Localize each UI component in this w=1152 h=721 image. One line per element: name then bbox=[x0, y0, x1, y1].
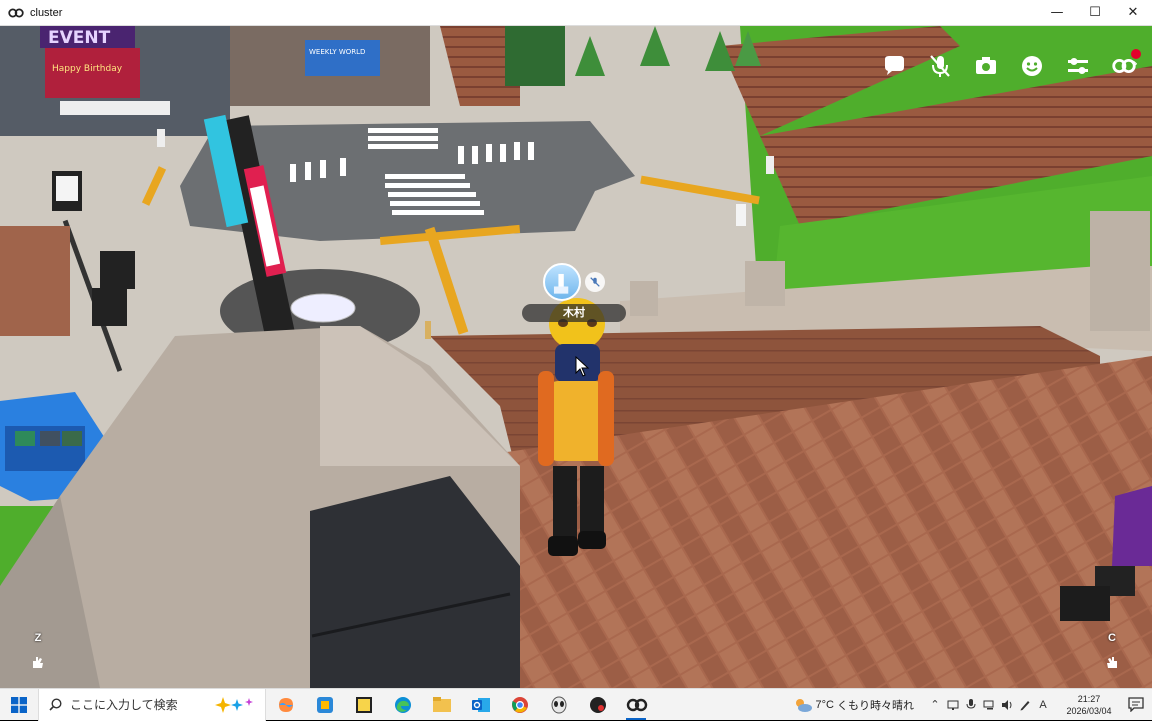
network-icon[interactable] bbox=[980, 689, 998, 720]
system-tray: 7°C くもり時々晴れ ⌃ A 21:27 2026/03/04 bbox=[793, 689, 1152, 720]
game-scene: EVENT Happy Birthday WEEKLY WORLD bbox=[0, 26, 1152, 688]
notification-icon bbox=[1128, 697, 1144, 712]
clock-time: 21:27 bbox=[1077, 693, 1101, 704]
taskbar-sticky-notes[interactable] bbox=[344, 689, 383, 721]
mic-muted-icon bbox=[930, 55, 950, 77]
mic-button[interactable] bbox=[926, 52, 954, 80]
window-titlebar: cluster — ☐ ✕ bbox=[0, 0, 1152, 26]
pen-icon[interactable] bbox=[1016, 689, 1034, 720]
ime-indicator[interactable]: A bbox=[1034, 689, 1052, 720]
dark-app-icon bbox=[589, 696, 606, 713]
left-hand-hint[interactable]: Z bbox=[30, 632, 46, 670]
emote-icon bbox=[1022, 56, 1042, 76]
taskbar-edge[interactable] bbox=[383, 689, 422, 721]
sticky-notes-icon bbox=[355, 696, 372, 713]
right-hand-hint[interactable]: C bbox=[1104, 632, 1120, 670]
taskbar-app-2[interactable] bbox=[305, 689, 344, 721]
clock-date: 2026/03/04 bbox=[1066, 705, 1112, 716]
player-name: 木村 bbox=[522, 304, 626, 322]
copilot-icon bbox=[278, 697, 293, 712]
weather-desc: くもり時々晴れ bbox=[837, 699, 914, 712]
start-button[interactable] bbox=[0, 689, 38, 721]
left-brick bbox=[0, 226, 70, 336]
notification-center-button[interactable] bbox=[1120, 697, 1152, 712]
taskbar-cluster[interactable] bbox=[617, 689, 656, 721]
window-title: cluster bbox=[30, 6, 63, 19]
left-hand-icon bbox=[33, 657, 43, 668]
system-clock[interactable]: 21:27 2026/03/04 bbox=[1058, 693, 1120, 717]
weather-widget[interactable]: 7°C くもり時々晴れ bbox=[793, 697, 914, 713]
taskbar-outlook[interactable] bbox=[461, 689, 500, 721]
game-viewport[interactable]: EVENT Happy Birthday WEEKLY WORLD › 木村 Z… bbox=[0, 26, 1152, 688]
player-nameplate: 木村 bbox=[522, 263, 626, 322]
camera-button[interactable] bbox=[972, 52, 1000, 80]
cloudy-weather-icon bbox=[795, 698, 812, 712]
cluster-logo-icon bbox=[8, 8, 24, 17]
folder-icon bbox=[432, 696, 451, 712]
minimize-button[interactable]: — bbox=[1038, 0, 1076, 25]
colorful-app-icon bbox=[316, 696, 333, 713]
taskbar-app-alien[interactable] bbox=[539, 689, 578, 721]
microphone-icon[interactable] bbox=[962, 689, 980, 720]
chat-button[interactable] bbox=[880, 52, 908, 80]
taskbar-file-explorer[interactable] bbox=[422, 689, 461, 721]
monitor-icon[interactable] bbox=[944, 689, 962, 720]
weekly-world-text: WEEKLY WORLD bbox=[309, 48, 365, 56]
windows-logo-icon bbox=[11, 696, 27, 713]
right-hand-icon bbox=[1107, 657, 1117, 668]
close-button[interactable]: ✕ bbox=[1114, 0, 1152, 25]
alien-app-icon bbox=[551, 696, 566, 713]
maximize-button[interactable]: ☐ bbox=[1076, 0, 1114, 25]
weekly-world-board bbox=[305, 40, 380, 76]
sliders-icon bbox=[1068, 58, 1088, 74]
chat-icon bbox=[885, 56, 904, 75]
edge-icon bbox=[394, 696, 411, 713]
more-chevron-icon[interactable]: › bbox=[1132, 56, 1138, 72]
copilot-sparkle-icon bbox=[215, 696, 253, 713]
volume-icon[interactable] bbox=[998, 689, 1016, 720]
settings-button[interactable] bbox=[1064, 52, 1092, 80]
emote-button[interactable] bbox=[1018, 52, 1046, 80]
birthday-text: Happy Birthday bbox=[52, 64, 123, 74]
weather-temp: 7°C bbox=[815, 698, 834, 711]
search-icon bbox=[49, 698, 62, 711]
search-placeholder: ここに入力して検索 bbox=[70, 698, 178, 712]
chrome-icon bbox=[511, 696, 528, 713]
outlook-icon bbox=[471, 697, 490, 712]
taskbar-chrome[interactable] bbox=[500, 689, 539, 721]
hud-toolbar bbox=[880, 49, 1141, 80]
taskbar-app-dark[interactable] bbox=[578, 689, 617, 721]
event-sign: EVENT bbox=[48, 28, 111, 48]
user-avatar bbox=[543, 263, 581, 301]
windows-taskbar: ここに入力して検索 7°C くもり時々晴れ ⌃ A 21:27 2026/03/… bbox=[0, 688, 1152, 721]
taskbar-copilot[interactable] bbox=[266, 689, 305, 721]
cluster-app-icon bbox=[626, 698, 647, 711]
show-hidden-icons-chevron-icon[interactable]: ⌃ bbox=[926, 689, 944, 720]
mic-muted-badge-icon bbox=[585, 272, 605, 292]
left-key-label: Z bbox=[34, 632, 42, 644]
right-key-label: C bbox=[1108, 632, 1116, 644]
camera-icon bbox=[976, 57, 996, 74]
taskbar-search-box[interactable]: ここに入力して検索 bbox=[38, 688, 266, 721]
